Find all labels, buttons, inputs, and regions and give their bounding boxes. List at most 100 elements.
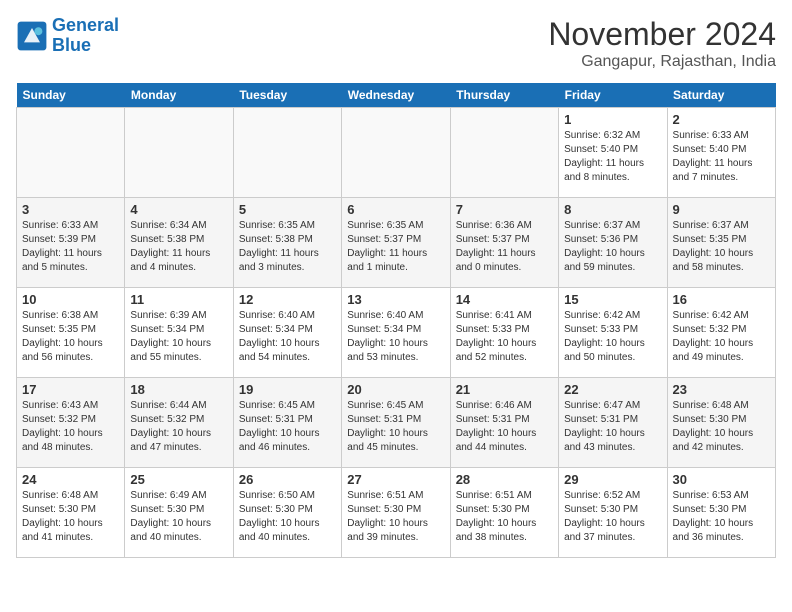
day-info: Sunrise: 6:40 AM Sunset: 5:34 PM Dayligh… xyxy=(239,309,336,365)
day-info: Sunrise: 6:51 AM Sunset: 5:30 PM Dayligh… xyxy=(456,489,553,545)
day-info: Sunrise: 6:52 AM Sunset: 5:30 PM Dayligh… xyxy=(564,489,661,545)
calendar-cell: 21 Sunrise: 6:46 AM Sunset: 5:31 PM Dayli… xyxy=(450,378,558,468)
calendar-cell: 12 Sunrise: 6:40 AM Sunset: 5:34 PM Dayli… xyxy=(233,288,341,378)
weekday-header-tuesday: Tuesday xyxy=(233,83,341,108)
day-number: 3 xyxy=(22,202,119,217)
day-info: Sunrise: 6:46 AM Sunset: 5:31 PM Dayligh… xyxy=(456,399,553,455)
calendar-cell: 17 Sunrise: 6:43 AM Sunset: 5:32 PM Dayli… xyxy=(17,378,125,468)
logo-general: General xyxy=(52,15,119,35)
calendar-cell: 2 Sunrise: 6:33 AM Sunset: 5:40 PM Daylig… xyxy=(667,108,775,198)
day-info: Sunrise: 6:48 AM Sunset: 5:30 PM Dayligh… xyxy=(22,489,119,545)
calendar-week-1: 1Sunrise: 6:32 AM Sunset: 5:40 PM Daylig… xyxy=(17,108,776,198)
day-info: Sunrise: 6:41 AM Sunset: 5:33 PM Dayligh… xyxy=(456,309,553,365)
day-info: Sunrise: 6:34 AM Sunset: 5:38 PM Dayligh… xyxy=(130,219,227,275)
day-number: 21 xyxy=(456,382,553,397)
calendar-cell: 15 Sunrise: 6:42 AM Sunset: 5:33 PM Dayli… xyxy=(559,288,667,378)
logo-icon xyxy=(16,20,48,52)
logo: General Blue xyxy=(16,16,119,56)
weekday-header-friday: Friday xyxy=(559,83,667,108)
calendar-cell: 18 Sunrise: 6:44 AM Sunset: 5:32 PM Dayli… xyxy=(125,378,233,468)
day-number: 10 xyxy=(22,292,119,307)
day-info: Sunrise: 6:43 AM Sunset: 5:32 PM Dayligh… xyxy=(22,399,119,455)
calendar-cell xyxy=(342,108,450,198)
day-number: 25 xyxy=(130,472,227,487)
calendar-cell: 24Sunrise: 6:48 AM Sunset: 5:30 PM Dayli… xyxy=(17,468,125,558)
day-info: Sunrise: 6:33 AM Sunset: 5:39 PM Dayligh… xyxy=(22,219,119,275)
day-number: 8 xyxy=(564,202,661,217)
day-info: Sunrise: 6:36 AM Sunset: 5:37 PM Dayligh… xyxy=(456,219,553,275)
logo-blue: Blue xyxy=(52,35,91,55)
day-info: Sunrise: 6:53 AM Sunset: 5:30 PM Dayligh… xyxy=(673,489,770,545)
day-info: Sunrise: 6:37 AM Sunset: 5:36 PM Dayligh… xyxy=(564,219,661,275)
weekday-header-wednesday: Wednesday xyxy=(342,83,450,108)
calendar-cell: 13Sunrise: 6:40 AM Sunset: 5:34 PM Dayli… xyxy=(342,288,450,378)
day-number: 5 xyxy=(239,202,336,217)
day-number: 14 xyxy=(456,292,553,307)
day-number: 18 xyxy=(130,382,227,397)
day-number: 23 xyxy=(673,382,770,397)
day-number: 28 xyxy=(456,472,553,487)
day-info: Sunrise: 6:39 AM Sunset: 5:34 PM Dayligh… xyxy=(130,309,227,365)
day-number: 12 xyxy=(239,292,336,307)
calendar-cell: 1Sunrise: 6:32 AM Sunset: 5:40 PM Daylig… xyxy=(559,108,667,198)
calendar-cell: 9 Sunrise: 6:37 AM Sunset: 5:35 PM Daylig… xyxy=(667,198,775,288)
calendar-cell: 6Sunrise: 6:35 AM Sunset: 5:37 PM Daylig… xyxy=(342,198,450,288)
calendar-cell: 28 Sunrise: 6:51 AM Sunset: 5:30 PM Dayli… xyxy=(450,468,558,558)
day-info: Sunrise: 6:50 AM Sunset: 5:30 PM Dayligh… xyxy=(239,489,336,545)
day-info: Sunrise: 6:49 AM Sunset: 5:30 PM Dayligh… xyxy=(130,489,227,545)
calendar-cell: 16Sunrise: 6:42 AM Sunset: 5:32 PM Dayli… xyxy=(667,288,775,378)
day-info: Sunrise: 6:47 AM Sunset: 5:31 PM Dayligh… xyxy=(564,399,661,455)
day-info: Sunrise: 6:45 AM Sunset: 5:31 PM Dayligh… xyxy=(347,399,444,455)
weekday-header-saturday: Saturday xyxy=(667,83,775,108)
calendar-cell xyxy=(450,108,558,198)
calendar-cell: 22 Sunrise: 6:47 AM Sunset: 5:31 PM Dayli… xyxy=(559,378,667,468)
calendar-cell: 10 Sunrise: 6:38 AM Sunset: 5:35 PM Dayli… xyxy=(17,288,125,378)
day-info: Sunrise: 6:51 AM Sunset: 5:30 PM Dayligh… xyxy=(347,489,444,545)
page-header: General Blue November 2024 Gangapur, Raj… xyxy=(16,16,776,71)
calendar-cell: 8 Sunrise: 6:37 AM Sunset: 5:36 PM Daylig… xyxy=(559,198,667,288)
calendar-cell: 11 Sunrise: 6:39 AM Sunset: 5:34 PM Dayli… xyxy=(125,288,233,378)
calendar-cell: 23 Sunrise: 6:48 AM Sunset: 5:30 PM Dayli… xyxy=(667,378,775,468)
calendar-cell xyxy=(17,108,125,198)
calendar-cell: 27 Sunrise: 6:51 AM Sunset: 5:30 PM Dayli… xyxy=(342,468,450,558)
day-number: 30 xyxy=(673,472,770,487)
day-number: 29 xyxy=(564,472,661,487)
location: Gangapur, Rajasthan, India xyxy=(548,53,776,71)
day-info: Sunrise: 6:32 AM Sunset: 5:40 PM Dayligh… xyxy=(564,129,661,185)
calendar-cell: 4 Sunrise: 6:34 AM Sunset: 5:38 PM Daylig… xyxy=(125,198,233,288)
calendar-cell: 7 Sunrise: 6:36 AM Sunset: 5:37 PM Daylig… xyxy=(450,198,558,288)
day-info: Sunrise: 6:40 AM Sunset: 5:34 PM Dayligh… xyxy=(347,309,444,365)
day-info: Sunrise: 6:37 AM Sunset: 5:35 PM Dayligh… xyxy=(673,219,770,275)
day-number: 4 xyxy=(130,202,227,217)
day-info: Sunrise: 6:44 AM Sunset: 5:32 PM Dayligh… xyxy=(130,399,227,455)
day-number: 6 xyxy=(347,202,444,217)
day-info: Sunrise: 6:33 AM Sunset: 5:40 PM Dayligh… xyxy=(673,129,770,185)
day-number: 15 xyxy=(564,292,661,307)
calendar-cell: 26Sunrise: 6:50 AM Sunset: 5:30 PM Dayli… xyxy=(233,468,341,558)
day-info: Sunrise: 6:35 AM Sunset: 5:38 PM Dayligh… xyxy=(239,219,336,275)
calendar-week-3: 10 Sunrise: 6:38 AM Sunset: 5:35 PM Dayli… xyxy=(17,288,776,378)
calendar-cell: 14 Sunrise: 6:41 AM Sunset: 5:33 PM Dayli… xyxy=(450,288,558,378)
day-info: Sunrise: 6:42 AM Sunset: 5:32 PM Dayligh… xyxy=(673,309,770,365)
weekday-header-sunday: Sunday xyxy=(17,83,125,108)
day-number: 17 xyxy=(22,382,119,397)
day-number: 22 xyxy=(564,382,661,397)
title-block: November 2024 Gangapur, Rajasthan, India xyxy=(548,16,776,71)
day-info: Sunrise: 6:48 AM Sunset: 5:30 PM Dayligh… xyxy=(673,399,770,455)
calendar-table: SundayMondayTuesdayWednesdayThursdayFrid… xyxy=(16,83,776,558)
day-info: Sunrise: 6:38 AM Sunset: 5:35 PM Dayligh… xyxy=(22,309,119,365)
calendar-cell: 30 Sunrise: 6:53 AM Sunset: 5:30 PM Dayli… xyxy=(667,468,775,558)
calendar-week-4: 17 Sunrise: 6:43 AM Sunset: 5:32 PM Dayli… xyxy=(17,378,776,468)
day-number: 27 xyxy=(347,472,444,487)
day-number: 9 xyxy=(673,202,770,217)
day-number: 7 xyxy=(456,202,553,217)
day-number: 2 xyxy=(673,112,770,127)
calendar-cell xyxy=(125,108,233,198)
weekday-header-row: SundayMondayTuesdayWednesdayThursdayFrid… xyxy=(17,83,776,108)
calendar-week-2: 3 Sunrise: 6:33 AM Sunset: 5:39 PM Daylig… xyxy=(17,198,776,288)
calendar-cell: 19Sunrise: 6:45 AM Sunset: 5:31 PM Dayli… xyxy=(233,378,341,468)
day-number: 11 xyxy=(130,292,227,307)
calendar-cell: 25 Sunrise: 6:49 AM Sunset: 5:30 PM Dayli… xyxy=(125,468,233,558)
calendar-cell: 3 Sunrise: 6:33 AM Sunset: 5:39 PM Daylig… xyxy=(17,198,125,288)
day-info: Sunrise: 6:42 AM Sunset: 5:33 PM Dayligh… xyxy=(564,309,661,365)
